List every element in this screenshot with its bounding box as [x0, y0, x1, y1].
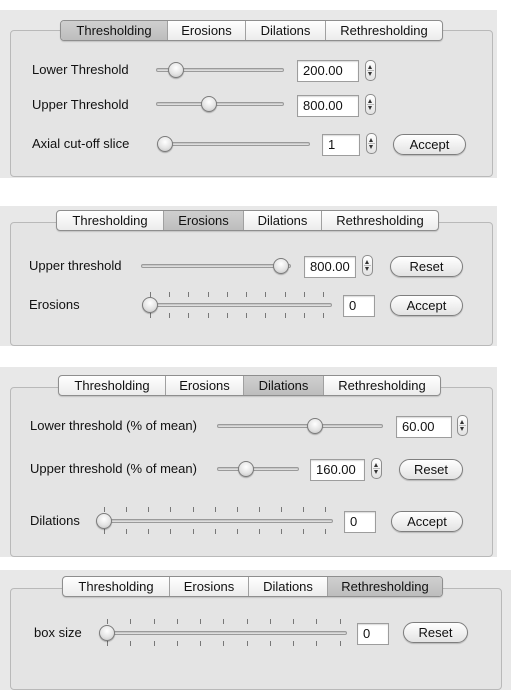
reset-button[interactable]: Reset [399, 459, 463, 480]
lower-threshold-pct-stepper[interactable] [457, 415, 468, 436]
tab-thresholding[interactable]: Thresholding [59, 376, 165, 395]
upper-threshold-field[interactable]: 800.00 [297, 95, 359, 117]
stepper-up-icon[interactable] [460, 420, 464, 424]
lower-threshold-pct-slider-track[interactable] [217, 424, 383, 428]
upper-threshold-label: Upper Threshold [32, 97, 129, 112]
box-size-slider-knob[interactable] [99, 625, 115, 641]
upper-threshold-pct-label: Upper threshold (% of mean) [30, 461, 197, 476]
rethresholding-panel: Thresholding Erosions Dilations Rethresh… [0, 570, 511, 690]
erosions-label: Erosions [29, 297, 80, 312]
tab-erosions[interactable]: Erosions [169, 577, 248, 596]
accept-button[interactable]: Accept [390, 295, 463, 316]
reset-button[interactable]: Reset [390, 256, 463, 277]
erosions-slider-knob[interactable] [142, 297, 158, 313]
lower-threshold-stepper[interactable] [365, 60, 376, 81]
tab-thresholding[interactable]: Thresholding [57, 211, 163, 230]
box-size-field[interactable]: 0 [357, 623, 389, 645]
upper-threshold-field[interactable]: 800.00 [304, 256, 356, 278]
dilations-slider-track[interactable] [100, 519, 333, 523]
stepper-up-icon[interactable] [368, 65, 372, 69]
axial-cutoff-slider-track[interactable] [160, 142, 310, 146]
upper-threshold-pct-stepper[interactable] [371, 458, 382, 479]
thresholding-panel: Thresholding Erosions Dilations Rethresh… [0, 10, 497, 178]
stepper-down-icon[interactable] [460, 427, 464, 431]
tab-rethresholding[interactable]: Rethresholding [323, 376, 440, 395]
erosions-ticks-top [150, 292, 332, 298]
erosions-group-box [10, 222, 493, 346]
dilations-field[interactable]: 0 [344, 511, 376, 533]
erosions-field[interactable]: 0 [343, 295, 375, 317]
axial-cutoff-slice-label: Axial cut-off slice [32, 136, 130, 151]
upper-threshold-stepper[interactable] [365, 94, 376, 115]
lower-threshold-slider-knob[interactable] [168, 62, 184, 78]
tab-thresholding[interactable]: Thresholding [61, 21, 167, 40]
reset-button[interactable]: Reset [403, 622, 468, 643]
upper-threshold-label: Upper threshold [29, 258, 122, 273]
axial-cutoff-field[interactable]: 1 [322, 134, 360, 156]
box-size-ticks-bottom [107, 641, 346, 647]
erosions-panel: Thresholding Erosions Dilations Rethresh… [0, 206, 497, 346]
upper-threshold-stepper[interactable] [362, 255, 373, 276]
tab-dilations[interactable]: Dilations [243, 211, 321, 230]
stepper-up-icon[interactable] [369, 138, 373, 142]
box-size-ticks-top [107, 619, 346, 625]
box-size-slider-track[interactable] [103, 631, 347, 635]
tab-rethresholding[interactable]: Rethresholding [327, 577, 442, 596]
tab-rethresholding[interactable]: Rethresholding [321, 211, 438, 230]
dilations-slider-knob[interactable] [96, 513, 112, 529]
stepper-up-icon[interactable] [368, 99, 372, 103]
dilations-panel: Thresholding Erosions Dilations Rethresh… [0, 367, 497, 557]
erosions-ticks-bottom [150, 313, 332, 319]
lower-threshold-pct-field[interactable]: 60.00 [396, 416, 452, 438]
tab-bar: Thresholding Erosions Dilations Rethresh… [62, 576, 443, 597]
tab-dilations[interactable]: Dilations [248, 577, 327, 596]
dilations-label: Dilations [30, 513, 80, 528]
stepper-down-icon[interactable] [369, 145, 373, 149]
dilations-ticks-bottom [104, 529, 332, 535]
accept-button[interactable]: Accept [391, 511, 463, 532]
axial-cutoff-stepper[interactable] [366, 133, 377, 154]
upper-threshold-pct-slider-track[interactable] [217, 467, 299, 471]
tab-erosions[interactable]: Erosions [167, 21, 245, 40]
tab-bar: Thresholding Erosions Dilations Rethresh… [60, 20, 443, 41]
tab-erosions[interactable]: Erosions [163, 211, 243, 230]
upper-threshold-pct-slider-knob[interactable] [238, 461, 254, 477]
stepper-down-icon[interactable] [368, 106, 372, 110]
lower-threshold-pct-slider-knob[interactable] [307, 418, 323, 434]
upper-threshold-slider-track[interactable] [141, 264, 291, 268]
lower-threshold-pct-label: Lower threshold (% of mean) [30, 418, 197, 433]
lower-threshold-label: Lower Threshold [32, 62, 129, 77]
box-size-label: box size [34, 625, 82, 640]
stepper-up-icon[interactable] [365, 260, 369, 264]
axial-cutoff-slider-knob[interactable] [157, 136, 173, 152]
dilations-ticks-top [104, 507, 332, 513]
tab-rethresholding[interactable]: Rethresholding [325, 21, 442, 40]
upper-threshold-slider-knob[interactable] [273, 258, 289, 274]
lower-threshold-field[interactable]: 200.00 [297, 60, 359, 82]
erosions-slider-track[interactable] [146, 303, 332, 307]
tab-bar: Thresholding Erosions Dilations Rethresh… [58, 375, 441, 396]
stepper-down-icon[interactable] [368, 72, 372, 76]
stepper-down-icon[interactable] [365, 267, 369, 271]
upper-threshold-slider-knob[interactable] [201, 96, 217, 112]
tab-dilations[interactable]: Dilations [245, 21, 325, 40]
tab-thresholding[interactable]: Thresholding [63, 577, 169, 596]
stepper-up-icon[interactable] [374, 463, 378, 467]
accept-button[interactable]: Accept [393, 134, 466, 155]
upper-threshold-pct-field[interactable]: 160.00 [310, 459, 365, 481]
stepper-down-icon[interactable] [374, 470, 378, 474]
tab-dilations[interactable]: Dilations [243, 376, 323, 395]
tab-erosions[interactable]: Erosions [165, 376, 243, 395]
tab-bar: Thresholding Erosions Dilations Rethresh… [56, 210, 439, 231]
upper-threshold-slider-track[interactable] [156, 102, 284, 106]
